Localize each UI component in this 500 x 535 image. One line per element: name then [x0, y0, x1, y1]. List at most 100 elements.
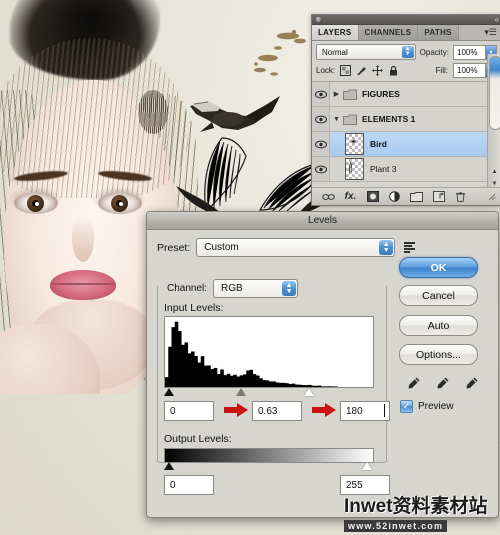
chevron-updown-icon[interactable]: ▲ ▼ — [379, 240, 394, 255]
panel-tab-bar[interactable]: LAYERS CHANNELS PATHS ▾☰ — [312, 25, 500, 41]
pupil-right — [116, 200, 123, 207]
panel-resize-grip-icon[interactable] — [485, 191, 500, 203]
folder-icon — [343, 89, 357, 100]
levels-dialog[interactable]: Levels Preset: Custom ▲ ▼ Channel: RGB ▲ ▼ — [146, 211, 499, 518]
output-levels-fields: 0 255 — [164, 475, 390, 495]
preset-row: Preset: Custom ▲ ▼ — [157, 238, 489, 257]
preset-label: Preset: — [157, 241, 191, 254]
output-shadow-field[interactable]: 0 — [164, 475, 214, 495]
set-gray-point-eyedropper-icon[interactable] — [434, 376, 450, 392]
table-row[interactable]: Bird — [312, 132, 500, 157]
layer-visibility-toggle[interactable] — [312, 132, 330, 156]
panel-expand-icon[interactable]: « — [495, 15, 500, 24]
preset-options-icon[interactable] — [404, 242, 416, 253]
layer-visibility-toggle[interactable] — [312, 82, 330, 106]
lips — [50, 270, 116, 300]
table-row[interactable]: ▶ FIGURES — [312, 82, 500, 107]
highlight-input-field[interactable]: 180 — [340, 401, 390, 421]
layer-visibility-toggle[interactable] — [312, 107, 330, 131]
ok-button[interactable]: OK — [399, 257, 478, 278]
lock-transparent-pixels-icon[interactable] — [340, 65, 352, 76]
input-levels-slider[interactable] — [164, 387, 372, 398]
dialog-body: Preset: Custom ▲ ▼ Channel: RGB ▲ ▼ Input … — [147, 230, 498, 526]
delete-layer-icon[interactable] — [454, 191, 467, 203]
preview-row[interactable]: ✓ Preview — [400, 400, 454, 413]
new-group-icon[interactable] — [410, 191, 423, 203]
bird-illustration — [190, 96, 280, 132]
tab-layers[interactable]: LAYERS — [312, 25, 359, 40]
set-white-point-eyedropper-icon[interactable] — [463, 376, 479, 392]
histogram-chart[interactable] — [164, 316, 374, 388]
output-highlight-field[interactable]: 255 — [340, 475, 390, 495]
output-levels-slider[interactable] — [164, 461, 372, 472]
layer-thumbnail[interactable] — [345, 158, 364, 180]
cancel-button[interactable]: Cancel — [399, 285, 478, 306]
group-disclosure-triangle-icon[interactable]: ▼ — [330, 116, 343, 123]
chevron-updown-icon[interactable]: ▲ ▼ — [282, 281, 297, 296]
blend-mode-row[interactable]: Normal ▲ ▼ Opacity: 100% ▾ — [312, 41, 500, 62]
eye-glint-right — [119, 202, 123, 206]
shadow-input-slider-handle[interactable] — [164, 388, 174, 396]
chevron-updown-icon[interactable]: ▲ ▼ — [401, 46, 414, 58]
lock-label: Lock: — [316, 66, 336, 75]
table-row[interactable]: ▼ ELEMENTS 1 — [312, 107, 500, 132]
shadow-input-field[interactable]: 0 — [164, 401, 214, 421]
midtone-input-field[interactable]: 0.63 — [252, 401, 302, 421]
eyedropper-group — [405, 376, 479, 392]
link-layers-icon[interactable] — [322, 191, 335, 203]
preset-dropdown[interactable]: Custom ▲ ▼ — [196, 238, 396, 257]
panel-menu-icon[interactable]: ▾☰ — [480, 25, 500, 40]
eye-icon — [314, 90, 327, 98]
lock-image-pixels-icon[interactable] — [356, 65, 367, 76]
dialog-title-bar[interactable]: Levels — [147, 212, 498, 230]
iris-right — [111, 195, 128, 212]
new-adjustment-layer-icon[interactable] — [388, 191, 401, 203]
midtone-input-slider-handle[interactable] — [236, 388, 246, 396]
input-levels-fields: 0 0.63 180 — [164, 401, 390, 421]
layer-name: FIGURES — [362, 89, 400, 99]
scroll-up-icon[interactable]: ▲ — [492, 169, 498, 175]
layer-list[interactable]: ▶ FIGURES ▼ ELEMENTS 1 Bird Plant 3 — [312, 82, 500, 182]
opacity-input[interactable]: 100% — [453, 44, 486, 60]
tab-channels[interactable]: CHANNELS — [358, 25, 419, 40]
layer-name: ELEMENTS 1 — [362, 114, 416, 124]
watermark: Inwet资料素材站 www.52inwet.com — [344, 497, 500, 535]
output-shadow-slider-handle[interactable] — [164, 462, 174, 470]
layer-list-scrollbar[interactable]: ▲ ▼ — [487, 54, 500, 190]
layer-visibility-toggle[interactable] — [312, 157, 330, 181]
layers-panel-toolbar[interactable]: fx. — [312, 187, 500, 205]
new-layer-icon[interactable] — [432, 191, 445, 203]
options-button[interactable]: Options... — [399, 344, 478, 365]
layers-panel[interactable]: « LAYERS CHANNELS PATHS ▾☰ Normal ▲ ▼ Opa… — [311, 14, 500, 206]
panel-collapse-dot-icon[interactable] — [316, 17, 321, 22]
table-row[interactable]: Plant 3 — [312, 157, 500, 182]
group-disclosure-triangle-icon[interactable]: ▶ — [330, 90, 343, 98]
scrollbar-thumb[interactable] — [489, 56, 500, 130]
red-arrow-to-highlight-field — [312, 403, 336, 417]
channel-dropdown[interactable]: RGB ▲ ▼ — [213, 279, 299, 298]
eye-right — [98, 192, 142, 214]
highlight-input-slider-handle[interactable] — [304, 388, 314, 396]
tab-paths[interactable]: PATHS — [418, 25, 459, 40]
preview-checkbox[interactable]: ✓ — [400, 400, 413, 413]
panel-drag-handle[interactable]: « — [312, 15, 500, 25]
lock-position-icon[interactable] — [372, 65, 384, 76]
histogram-bars — [165, 321, 338, 387]
auto-button[interactable]: Auto — [399, 315, 478, 336]
add-layer-style-icon[interactable]: fx. — [344, 191, 357, 203]
folder-icon — [343, 114, 357, 125]
pupil-left — [32, 200, 39, 207]
watermark-url: www.52inwet.com — [344, 520, 448, 532]
output-highlight-slider-handle[interactable] — [362, 462, 372, 470]
lock-all-icon[interactable] — [388, 65, 399, 76]
eye-icon — [314, 165, 327, 173]
lock-row[interactable]: Lock: Fill: 100% ▾ — [312, 62, 500, 82]
set-black-point-eyedropper-icon[interactable] — [405, 376, 421, 392]
fill-input[interactable]: 100% — [453, 63, 486, 78]
blend-mode-dropdown[interactable]: Normal ▲ ▼ — [316, 44, 416, 60]
layer-thumbnail[interactable] — [345, 133, 364, 155]
ink-splatter — [254, 29, 306, 76]
nose — [72, 216, 94, 262]
add-layer-mask-icon[interactable] — [366, 191, 379, 203]
channel-label: Channel: — [167, 283, 208, 294]
